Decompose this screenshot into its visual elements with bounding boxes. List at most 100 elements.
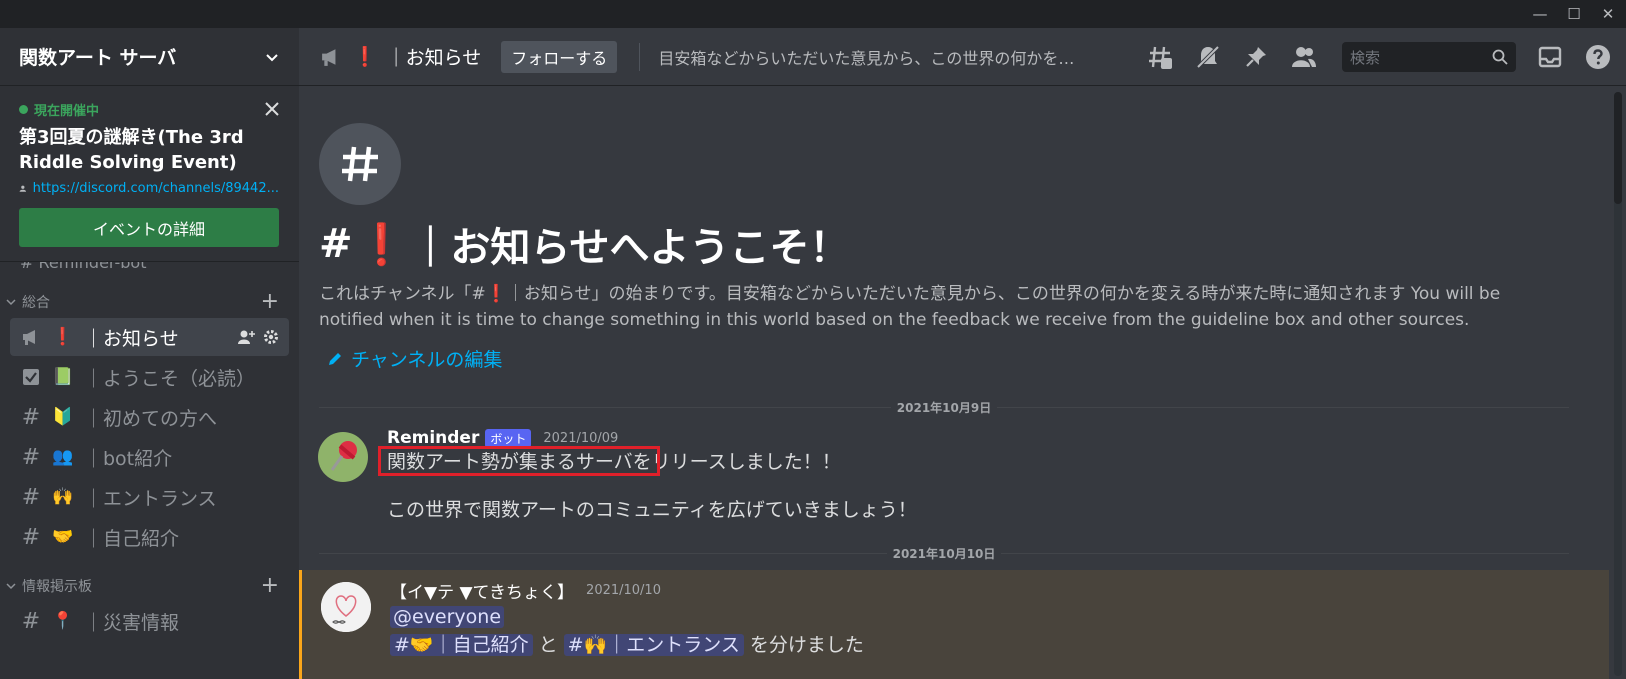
megaphone-icon [20,328,42,346]
add-channel-icon[interactable]: + [261,291,279,313]
add-channel-icon[interactable]: + [261,575,279,597]
inbox-icon[interactable] [1536,43,1564,71]
channel-welcome[interactable]: 📗 ｜ようこそ（必読） [10,358,289,396]
welcome-title: # ❗ ｜お知らせへようこそ！ [319,215,1589,273]
channel-disaster-info[interactable]: # 📍 ｜災害情報 [10,602,289,640]
edit-channel-label: チャンネルの編集 [351,349,503,371]
topbar-channel-emoji: ❗ [353,46,377,68]
channel-sidebar: 関数アート サーバ 現在開催中 第3回夏の謎解き(The 3rd Riddle … [0,28,299,679]
channel-actions [237,329,279,345]
channel-topic[interactable]: 目安箱などからいただいた意見から、この世界の何かを… [658,45,1110,69]
message-text-fragment: と [532,634,564,656]
category-general[interactable]: 総合 + [0,270,299,316]
welcome-description: これはチャンネル「#❗｜お知らせ」の始まりです。目安箱などからいただいた意見から… [319,284,1501,330]
timestamp: 2021/10/10 [586,583,661,598]
channel-welcome-header: # ❗ ｜お知らせへようこそ！ これはチャンネル「#❗｜お知らせ」の始まりです。… [299,87,1609,372]
search-placeholder: 検索 [1350,48,1381,67]
category-name: 総合 [22,295,50,311]
help-icon[interactable] [1584,43,1612,71]
close-window-button[interactable]: ✕ [1592,0,1624,28]
channel-self-intro[interactable]: # 🤝 ｜自己紹介 [10,518,289,556]
author-name[interactable]: 【イ▼テ ▼てきちょく】 [390,578,574,603]
location-icon [19,185,27,192]
server-header[interactable]: 関数アート サーバ [0,28,299,86]
channel-emoji: 📗 [52,367,74,387]
channel-emoji: 🙌 [52,487,74,507]
channel-mention[interactable]: #🤝｜自己紹介 [390,634,533,656]
date-divider: 2021年10月9日 [319,394,1569,420]
channel-label: ｜bot紹介 [84,447,173,470]
message-header: Reminder ボット 2021/10/09 [387,428,1589,448]
channel-emoji: 📍 [52,611,74,631]
message-header: 【イ▼テ ▼てきちょく】 2021/10/10 [390,578,1589,603]
channel-label: ｜エントランス [84,487,217,510]
welcome-emoji: ❗ [356,221,407,268]
search-input[interactable]: 検索 [1342,42,1516,72]
channel-announcements[interactable]: ❗ ｜お知らせ [10,318,289,356]
maximize-button[interactable]: ☐ [1558,0,1590,28]
window-titlebar: — ☐ ✕ [0,0,1626,28]
channel-label: Reminder-bot [39,262,147,270]
mute-bell-icon[interactable] [1194,43,1222,71]
author-name[interactable]: Reminder [387,428,479,448]
channel-mention[interactable]: #🙌｜エントランス [563,634,744,656]
megaphone-icon [322,48,336,66]
category-info-board[interactable]: 情報掲示板 + [0,558,299,600]
channel-beginners[interactable]: # 🔰 ｜初めての方へ [10,398,289,436]
welcome-hash: # [319,221,353,267]
topbar-icons: 検索 [1126,28,1626,86]
event-card: 現在開催中 第3回夏の謎解き(The 3rd Riddle Solving Ev… [0,86,299,262]
event-status: 現在開催中 [19,100,280,119]
channel-label: ｜自己紹介 [84,527,180,550]
event-title: 第3回夏の謎解き(The 3rd Riddle Solving Event) [19,127,244,173]
topbar-divider [639,42,641,71]
close-icon[interactable] [263,100,281,118]
category-header: 総合 [6,292,50,312]
channel-bot-intro[interactable]: # 👥 ｜bot紹介 [10,438,289,476]
rules-checkbox-icon [20,368,42,386]
topbar-channel-name: ｜お知らせ [386,47,482,69]
avatar[interactable] [321,582,371,632]
pencil-icon [329,352,341,365]
add-member-icon[interactable] [237,329,255,345]
timestamp: 2021/10/09 [543,430,619,446]
message-text: この世界で関数アートのコミュニティを広げていきましょう！ [387,499,917,521]
message-text-fragment: を分けました [743,634,864,656]
everyone-mention[interactable]: @everyone [390,606,505,628]
scrollbar[interactable] [1614,92,1622,676]
edit-channel-link[interactable]: チャンネルの編集 [319,345,1589,372]
channel-entrance[interactable]: # 🙌 ｜エントランス [10,478,289,516]
members-icon[interactable] [1290,43,1318,71]
channel-label: ｜災害情報 [84,611,180,634]
annotation-highlight-box [378,446,660,476]
channel-label: ｜初めての方へ [84,407,218,430]
channel-emoji: 🤝 [52,527,74,547]
hash-icon: # [21,524,41,550]
scroll-thumb[interactable] [1614,92,1622,204]
chevron-down-icon [6,299,16,306]
live-dot-icon [19,105,28,114]
message-list: # ❗ ｜お知らせへようこそ！ これはチャンネル「#❗｜お知らせ」の始まりです。… [299,87,1609,679]
avatar[interactable] [318,432,368,482]
gear-icon[interactable] [263,329,279,345]
hash-icon: # [21,608,41,634]
pin-icon[interactable] [1242,43,1270,71]
event-link-text: https://discord.com/channels/89442... [32,181,279,196]
channel-reminder-bot-partial[interactable]: # Reminder-bot [0,262,299,270]
hash-icon: # [21,484,41,510]
channel-label: ｜ようこそ（必読） [84,367,256,390]
follow-button[interactable]: フォローする [501,40,618,73]
channel-emoji: 👥 [52,447,74,467]
event-link[interactable]: https://discord.com/channels/89442... [19,181,279,196]
main-panel: ❗ ｜お知らせ フォローする 目安箱などからいただいた意見から、この世界の何かを… [299,28,1626,679]
message-mention[interactable]: 【イ▼テ ▼てきちょく】 2021/10/10 @everyone #🤝｜自己紹… [299,570,1609,679]
minimize-button[interactable]: — [1524,0,1556,28]
date-divider-label: 2021年10月10日 [886,544,1002,562]
server-name: 関数アート サーバ [19,47,177,69]
event-details-button[interactable]: イベントの詳細 [19,208,279,247]
event-status-label: 現在開催中 [34,104,100,119]
hash-icon: # [21,404,41,430]
channel-emoji: ❗ [52,327,74,347]
message-text: @everyone [390,603,1589,631]
threads-icon[interactable] [1146,43,1174,71]
